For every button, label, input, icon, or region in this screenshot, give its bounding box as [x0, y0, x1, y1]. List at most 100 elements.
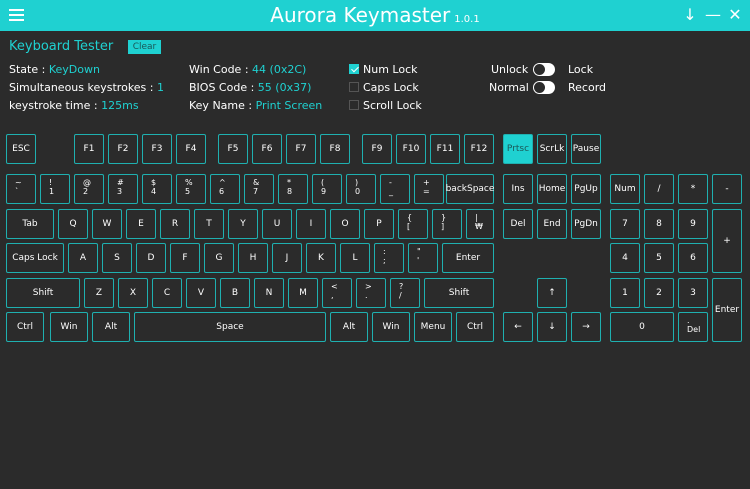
key-num-multiply[interactable]: * [678, 174, 708, 204]
key-ralt[interactable]: Alt [330, 312, 368, 342]
key-f1[interactable]: F1 [74, 134, 104, 164]
key-s[interactable]: S [102, 243, 132, 273]
key-num-plus[interactable]: + [712, 209, 742, 273]
key-1[interactable]: ! 1 [40, 174, 70, 204]
minimize-icon[interactable]: — [704, 4, 722, 26]
key-down[interactable]: ↓ [537, 312, 567, 342]
clear-button[interactable]: Clear [128, 40, 161, 54]
key-num5[interactable]: 5 [644, 243, 674, 273]
key-f2[interactable]: F2 [108, 134, 138, 164]
key-ins[interactable]: Ins [503, 174, 533, 204]
key-x[interactable]: X [118, 278, 148, 308]
key-pgup[interactable]: PgUp [571, 174, 601, 204]
key-backtick[interactable]: ~ ` [6, 174, 36, 204]
key-r[interactable]: R [160, 209, 190, 239]
key-b[interactable]: B [220, 278, 250, 308]
key-z[interactable]: Z [84, 278, 114, 308]
key-backspace[interactable]: backSpace [446, 174, 494, 204]
key-e[interactable]: E [126, 209, 156, 239]
key-rwin[interactable]: Win [372, 312, 410, 342]
scroll-lock-checkbox[interactable]: Scroll Lock [349, 99, 422, 112]
key-up[interactable]: ↑ [537, 278, 567, 308]
key-c[interactable]: C [152, 278, 182, 308]
key-5[interactable]: % 5 [176, 174, 206, 204]
key-num0[interactable]: 0 [610, 312, 674, 342]
key-num-enter[interactable]: Enter [712, 278, 742, 342]
key-lbracket[interactable]: {[ [398, 209, 428, 239]
key-pgdn[interactable]: PgDn [571, 209, 601, 239]
record-toggle[interactable] [533, 81, 555, 94]
key-esc[interactable]: ESC [6, 134, 36, 164]
key-num2[interactable]: 2 [644, 278, 674, 308]
key-equals[interactable]: + = [414, 174, 444, 204]
key-f10[interactable]: F10 [396, 134, 426, 164]
key-y[interactable]: Y [228, 209, 258, 239]
key-f7[interactable]: F7 [286, 134, 316, 164]
key-num9[interactable]: 9 [678, 209, 708, 239]
key-left[interactable]: ← [503, 312, 533, 342]
key-tab[interactable]: Tab [6, 209, 54, 239]
key-prtsc[interactable]: Prtsc [503, 134, 533, 164]
key-capslock[interactable]: Caps Lock [6, 243, 64, 273]
num-lock-checkbox[interactable]: Num Lock [349, 63, 418, 76]
key-rctrl[interactable]: Ctrl [456, 312, 494, 342]
key-i[interactable]: I [296, 209, 326, 239]
key-2[interactable]: @2 [74, 174, 104, 204]
key-home[interactable]: Home [537, 174, 567, 204]
key-num-del[interactable]: . Del [678, 312, 708, 342]
key-quote[interactable]: " ' [408, 243, 438, 273]
key-v[interactable]: V [186, 278, 216, 308]
key-w[interactable]: W [92, 209, 122, 239]
key-f3[interactable]: F3 [142, 134, 172, 164]
key-f6[interactable]: F6 [252, 134, 282, 164]
key-numlock[interactable]: Num [610, 174, 640, 204]
key-f11[interactable]: F11 [430, 134, 460, 164]
key-f4[interactable]: F4 [176, 134, 206, 164]
key-rshift[interactable]: Shift [424, 278, 494, 308]
key-lwin[interactable]: Win [50, 312, 88, 342]
lock-toggle[interactable] [533, 63, 555, 76]
key-num7[interactable]: 7 [610, 209, 640, 239]
key-num1[interactable]: 1 [610, 278, 640, 308]
key-lctrl[interactable]: Ctrl [6, 312, 44, 342]
key-rbracket[interactable]: }] [432, 209, 462, 239]
key-slash[interactable]: ? / [390, 278, 420, 308]
key-num-minus[interactable]: - [712, 174, 742, 204]
key-8[interactable]: * 8 [278, 174, 308, 204]
key-o[interactable]: O [330, 209, 360, 239]
key-num4[interactable]: 4 [610, 243, 640, 273]
key-pause[interactable]: Pause [571, 134, 601, 164]
key-t[interactable]: T [194, 209, 224, 239]
key-minus[interactable]: - _ [380, 174, 410, 204]
key-scrlk[interactable]: ScrLk [537, 134, 567, 164]
key-backslash[interactable]: | ₩ [466, 209, 494, 239]
key-n[interactable]: N [254, 278, 284, 308]
key-u[interactable]: U [262, 209, 292, 239]
key-semicolon[interactable]: :; [374, 243, 404, 273]
key-0[interactable]: ) 0 [346, 174, 376, 204]
key-period[interactable]: >. [356, 278, 386, 308]
key-menu[interactable]: Menu [414, 312, 452, 342]
key-l[interactable]: L [340, 243, 370, 273]
key-right[interactable]: → [571, 312, 601, 342]
key-f8[interactable]: F8 [320, 134, 350, 164]
key-p[interactable]: P [364, 209, 394, 239]
key-j[interactable]: J [272, 243, 302, 273]
key-num-divide[interactable]: / [644, 174, 674, 204]
key-q[interactable]: Q [58, 209, 88, 239]
key-lalt[interactable]: Alt [92, 312, 130, 342]
key-f[interactable]: F [170, 243, 200, 273]
key-f5[interactable]: F5 [218, 134, 248, 164]
caps-lock-checkbox[interactable]: Caps Lock [349, 81, 419, 94]
key-m[interactable]: M [288, 278, 318, 308]
key-end[interactable]: End [537, 209, 567, 239]
key-k[interactable]: K [306, 243, 336, 273]
key-lshift[interactable]: Shift [6, 278, 80, 308]
key-9[interactable]: (9 [312, 174, 342, 204]
key-num8[interactable]: 8 [644, 209, 674, 239]
key-g[interactable]: G [204, 243, 234, 273]
key-4[interactable]: $4 [142, 174, 172, 204]
key-a[interactable]: A [68, 243, 98, 273]
key-num3[interactable]: 3 [678, 278, 708, 308]
key-space[interactable]: Space [134, 312, 326, 342]
